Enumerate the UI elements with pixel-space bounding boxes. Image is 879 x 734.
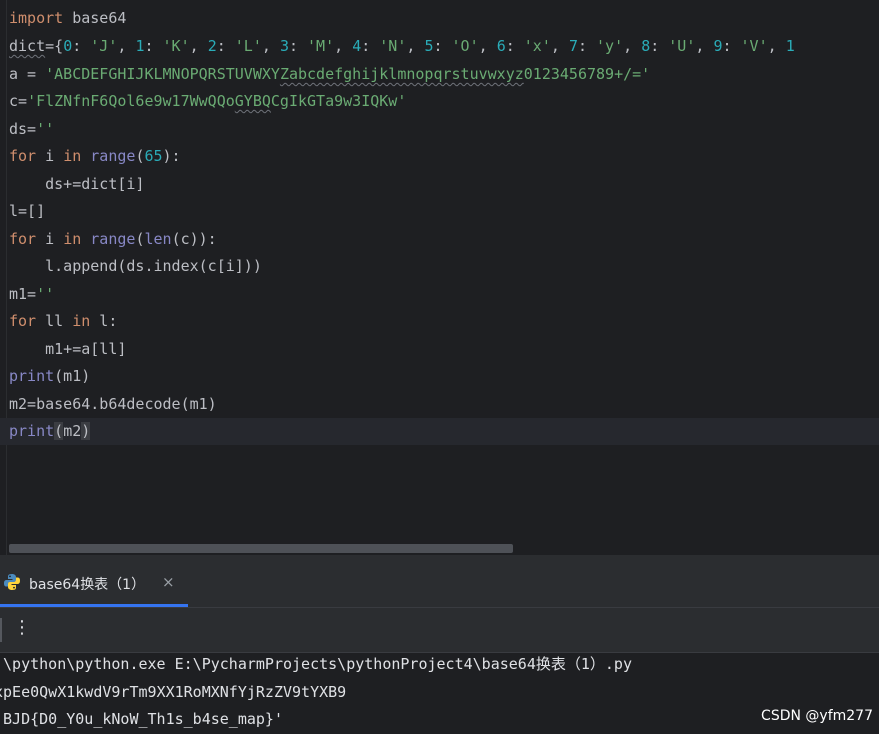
run-tab-label: base64换表（1） <box>29 577 146 593</box>
console-line-m1: xpEe0QwX1kwdV9rTm9XX1RoMXNfYjRzZV9tYXB9 <box>0 683 347 701</box>
toolbar-separator <box>0 618 2 642</box>
code-editor[interactable]: import base64 dict={0: 'J', 1: 'K', 2: '… <box>0 0 879 555</box>
code-line-7[interactable]: ds+=dict[i] <box>9 171 144 198</box>
code-line-4[interactable]: c='FlZNfnF6Qol6e9w17WwQQoGYBQCgIkGTa9w3I… <box>9 88 406 115</box>
horizontal-scrollbar[interactable] <box>0 540 879 555</box>
console-output[interactable]: :\python\python.exe E:\PycharmProjects\p… <box>0 653 879 734</box>
code-line-11[interactable]: m1='' <box>9 281 54 308</box>
active-tab-indicator <box>0 604 188 607</box>
run-tab-base64[interactable]: base64换表（1） × <box>0 563 188 607</box>
code-line-5[interactable]: ds='' <box>9 116 54 143</box>
horizontal-scrollbar-thumb[interactable] <box>9 544 513 553</box>
more-options-icon[interactable]: ⋮ <box>13 617 31 638</box>
code-line-10[interactable]: l.append(ds.index(c[i])) <box>9 253 262 280</box>
code-line-14[interactable]: print(m1) <box>9 363 90 390</box>
code-line-2[interactable]: dict={0: 'J', 1: 'K', 2: 'L', 3: 'M', 4:… <box>9 33 795 60</box>
code-line-1[interactable]: import base64 <box>9 5 126 32</box>
code-line-12[interactable]: for ll in l: <box>9 308 117 335</box>
close-icon[interactable]: × <box>162 573 175 591</box>
run-tab-bar: base64换表（1） × <box>0 555 879 608</box>
current-line-highlight <box>0 418 879 445</box>
code-line-3[interactable]: a = 'ABCDEFGHIJKLMNOPQRSTUVWXYZabcdefghi… <box>9 61 650 88</box>
code-line-16[interactable]: print(m2) <box>9 418 91 445</box>
run-tool-window: base64换表（1） × ⋮ :\python\python.exe E:\P… <box>0 555 879 734</box>
code-line-15[interactable]: m2=base64.b64decode(m1) <box>9 391 217 418</box>
run-toolbar: ⋮ <box>0 608 879 653</box>
console-line-m2: 'BJD{D0_Y0u_kNoW_Th1s_b4se_map}' <box>0 710 283 728</box>
gutter-divider <box>6 0 7 555</box>
python-icon <box>4 574 20 590</box>
console-line-command: :\python\python.exe E:\PycharmProjects\p… <box>0 655 632 673</box>
code-line-9[interactable]: for i in range(len(c)): <box>9 226 217 253</box>
code-line-13[interactable]: m1+=a[ll] <box>9 336 126 363</box>
code-line-8[interactable]: l=[] <box>9 198 45 225</box>
code-line-6[interactable]: for i in range(65): <box>9 143 181 170</box>
watermark: CSDN @yfm277 <box>761 708 873 724</box>
